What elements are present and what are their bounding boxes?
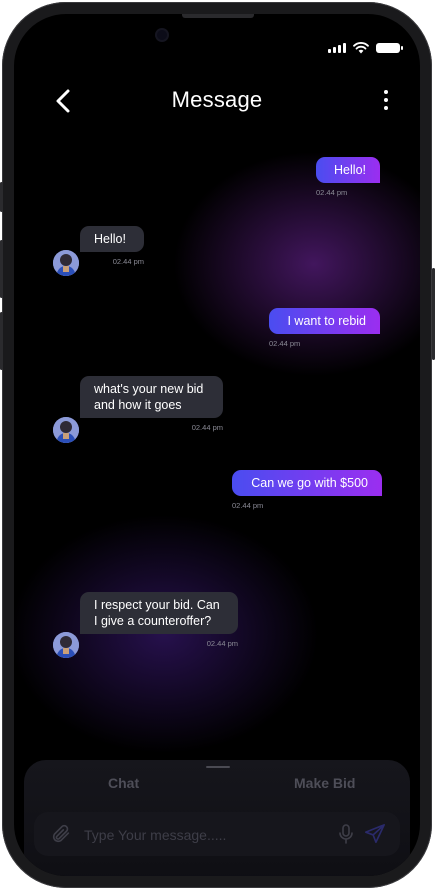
wifi-icon	[353, 42, 369, 54]
message-input[interactable]	[82, 824, 326, 846]
message-time: 02.44 pm	[191, 423, 223, 432]
attachment-icon[interactable]	[50, 823, 72, 845]
tab-chat[interactable]: Chat	[108, 775, 139, 791]
composer	[34, 812, 400, 856]
side-button-volume-down	[0, 312, 3, 370]
signal-icon	[328, 43, 346, 53]
header: Message	[14, 84, 420, 118]
message-bubble: what's your new bid and how it goes	[80, 376, 223, 418]
more-vertical-icon[interactable]	[382, 90, 390, 112]
message-received: what's your new bid and how it goes 02.4…	[80, 376, 223, 432]
avatar	[53, 250, 79, 276]
message-bubble: I want to rebid	[269, 308, 380, 334]
avatar	[53, 417, 79, 443]
message-time: 02.44 pm	[206, 639, 238, 648]
drag-handle[interactable]	[206, 766, 230, 768]
avatar	[53, 632, 79, 658]
speaker-grille	[182, 14, 254, 18]
message-line: I respect your bid. Can	[94, 598, 220, 612]
microphone-icon[interactable]	[338, 824, 354, 844]
message-line: I give a counteroffer?	[94, 614, 212, 628]
message-time: 02.44 pm	[112, 257, 144, 266]
side-button-mute	[0, 182, 3, 212]
message-bubble: I respect your bid. Can I give a counter…	[80, 592, 238, 634]
screen: Message Hello! 02.44 pm Hello! 02.44 pm …	[14, 14, 420, 876]
battery-icon	[376, 43, 403, 53]
front-camera	[157, 30, 167, 40]
side-button-volume-up	[0, 240, 3, 298]
page-title: Message	[171, 87, 263, 112]
tab-make-bid[interactable]: Make Bid	[294, 775, 355, 791]
status-bar	[328, 42, 403, 54]
message-received: I respect your bid. Can I give a counter…	[80, 592, 238, 648]
message-bubble: Hello!	[316, 157, 380, 183]
send-icon[interactable]	[364, 823, 386, 845]
message-line: what's your new bid	[94, 382, 204, 396]
bottom-panel: Chat Make Bid	[24, 760, 410, 876]
message-sent: Hello! 02.44 pm	[316, 157, 380, 197]
message-time: 02.44 pm	[316, 188, 348, 197]
message-received: Hello! 02.44 pm	[80, 226, 144, 266]
message-time: 02.44 pm	[232, 501, 264, 510]
message-bubble: Hello!	[80, 226, 144, 252]
message-sent: Can we go with $500 02.44 pm	[232, 470, 382, 510]
message-time: 02.44 pm	[269, 339, 301, 348]
message-bubble: Can we go with $500	[232, 470, 382, 496]
message-sent: I want to rebid 02.44 pm	[269, 308, 380, 348]
message-line: and how it goes	[94, 398, 182, 412]
